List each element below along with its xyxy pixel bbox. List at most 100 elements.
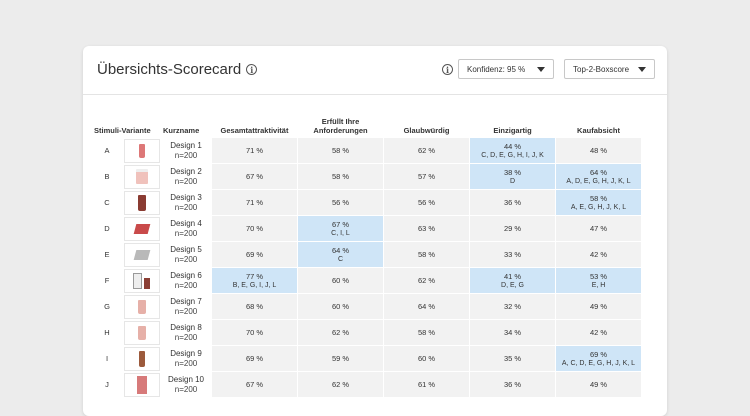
score-value: 62 %: [417, 276, 436, 285]
confidence-info-icon[interactable]: i: [442, 64, 453, 75]
variant-thumbnail[interactable]: [123, 372, 160, 397]
thumbnail-frame: [123, 372, 160, 397]
brown-bottle-icon: [138, 350, 145, 367]
score-cell: 35 %: [470, 346, 555, 371]
variant-letter: J: [105, 380, 109, 389]
score-value: 63 %: [417, 224, 436, 233]
score-value: 42 %: [589, 328, 608, 337]
sample-size: n=200: [174, 384, 198, 394]
score-value: 70 %: [245, 328, 264, 337]
score-cell: 34 %: [470, 320, 555, 345]
score-cell: 62 %: [298, 372, 383, 397]
variant-name: Design 3: [170, 192, 202, 202]
score-cell: 56 %: [298, 190, 383, 215]
column-header-gesamtattraktivitaet: Gesamtattraktivität: [220, 126, 289, 135]
score-value: 60 %: [331, 302, 350, 311]
variant-thumbnail[interactable]: [123, 216, 160, 241]
table-row[interactable]: C Design 3 n=200 71 % 56 % 56 % 36 % 58 % A, E, …: [92, 190, 641, 215]
variant-thumbnail[interactable]: [123, 242, 160, 267]
info-icon[interactable]: i: [246, 64, 258, 75]
score-cell: 77 % B, E, G, I, J, L: [212, 268, 297, 293]
score-cell: 57 %: [384, 164, 469, 189]
score-cell: 71 %: [212, 190, 297, 215]
score-value: 58 %: [331, 146, 350, 155]
table-row[interactable]: F Design 6 n=200 77 % B, E, G, I, J, L 60 % 62…: [92, 268, 641, 293]
variant-thumbnail[interactable]: [123, 294, 160, 319]
variant-name: Design 5: [170, 244, 202, 254]
table-row[interactable]: D Design 4 n=200 70 % 67 % C, I, L 63 % 29 % 47 …: [92, 216, 641, 241]
score-value: 44 %: [503, 141, 522, 151]
score-value: 33 %: [503, 250, 522, 259]
variant-thumbnail[interactable]: [123, 190, 160, 215]
table-row[interactable]: I Design 9 n=200 69 % 59 % 60 % 35 % 69 % A, C, …: [92, 346, 641, 371]
variant-name-cell: Design 1 n=200: [161, 138, 211, 163]
table-row[interactable]: J Design 10 n=200 67 % 62 % 61 % 36 % 49 %: [92, 372, 641, 397]
variant-thumbnail[interactable]: [123, 346, 160, 371]
bottle-and-box-icon: [133, 272, 150, 289]
variant-name-cell: Design 6 n=200: [161, 268, 211, 293]
score-cell: 41 % D, E, G: [470, 268, 555, 293]
variant-name: Design 6: [170, 270, 202, 280]
score-cell: 62 %: [384, 138, 469, 163]
score-cell: 70 %: [212, 320, 297, 345]
score-value: 67 %: [245, 380, 264, 389]
score-cell: 69 %: [212, 346, 297, 371]
score-cell: 48 %: [556, 138, 641, 163]
sample-size: n=200: [174, 150, 198, 160]
score-value: 67 %: [331, 219, 350, 229]
variant-thumbnail[interactable]: [123, 268, 160, 293]
sample-size: n=200: [174, 254, 198, 264]
score-value: 41 %: [503, 271, 522, 281]
score-value: 61 %: [417, 380, 436, 389]
card-title: Übersichts-Scorecard i: [97, 61, 258, 78]
score-cell: 36 %: [470, 190, 555, 215]
variant-letter: G: [104, 302, 110, 311]
score-value: 60 %: [417, 354, 436, 363]
variant-name: Design 8: [170, 322, 202, 332]
thumbnail-frame: [123, 138, 160, 163]
table-row[interactable]: A Design 1 n=200 71 % 58 % 62 % 44 % C, D, E, G…: [92, 138, 641, 163]
column-header-kaufabsicht: Kaufabsicht: [577, 126, 620, 135]
variant-thumbnail[interactable]: [123, 164, 160, 189]
variant-thumbnail[interactable]: [123, 320, 160, 345]
scorecard-card: Übersichts-Scorecard i i Konfidenz: 95 %…: [83, 46, 667, 416]
significance-letters: A, C, D, E, G, H, J, K, L: [561, 359, 636, 367]
score-value: 42 %: [589, 250, 608, 259]
score-type-dropdown[interactable]: Top-2-Boxscore: [564, 59, 655, 79]
score-value: 62 %: [331, 380, 350, 389]
score-value: 47 %: [589, 224, 608, 233]
table-row[interactable]: G Design 7 n=200 68 % 60 % 64 % 32 % 49 %: [92, 294, 641, 319]
score-value: 57 %: [417, 172, 436, 181]
score-cell: 60 %: [298, 294, 383, 319]
confidence-dropdown[interactable]: Konfidenz: 95 %: [458, 59, 554, 79]
thumbnail-frame: [123, 216, 160, 241]
variant-name-cell: Design 3 n=200: [161, 190, 211, 215]
score-cell: 58 % A, E, G, H, J, K, L: [556, 190, 641, 215]
significance-letters: D: [509, 177, 516, 185]
score-cell: 59 %: [298, 346, 383, 371]
table-row[interactable]: H Design 8 n=200 70 % 62 % 58 % 34 % 42 %: [92, 320, 641, 345]
score-value: 56 %: [417, 198, 436, 207]
score-cell: 38 % D: [470, 164, 555, 189]
variant-name-cell: Design 10 n=200: [161, 372, 211, 397]
score-value: 71 %: [245, 198, 264, 207]
pale-jar-icon: [137, 325, 146, 340]
score-cell: 58 %: [298, 164, 383, 189]
variant-name-cell: Design 2 n=200: [161, 164, 211, 189]
table-row[interactable]: E Design 5 n=200 69 % 64 % C 58 % 33 % 42 %: [92, 242, 641, 267]
table-row[interactable]: B Design 2 n=200 67 % 58 % 57 % 38 % D 64 % A, D,…: [92, 164, 641, 189]
score-value: 67 %: [245, 172, 264, 181]
score-value: 69 %: [245, 250, 264, 259]
score-value: 71 %: [245, 146, 264, 155]
pink-box-icon: [136, 375, 147, 394]
score-value: 58 %: [331, 172, 350, 181]
variant-letter: F: [104, 276, 110, 285]
variant-name-cell: Design 8 n=200: [161, 320, 211, 345]
score-cell: 67 %: [212, 164, 297, 189]
column-header-glaubwuerdig: Glaubwürdig: [403, 126, 450, 135]
variant-letter: A: [104, 146, 110, 155]
variant-thumbnail[interactable]: [123, 138, 160, 163]
column-header-kurzname: Kurzname: [163, 126, 200, 135]
variant-letter: E: [104, 250, 110, 259]
score-cell: 62 %: [384, 268, 469, 293]
